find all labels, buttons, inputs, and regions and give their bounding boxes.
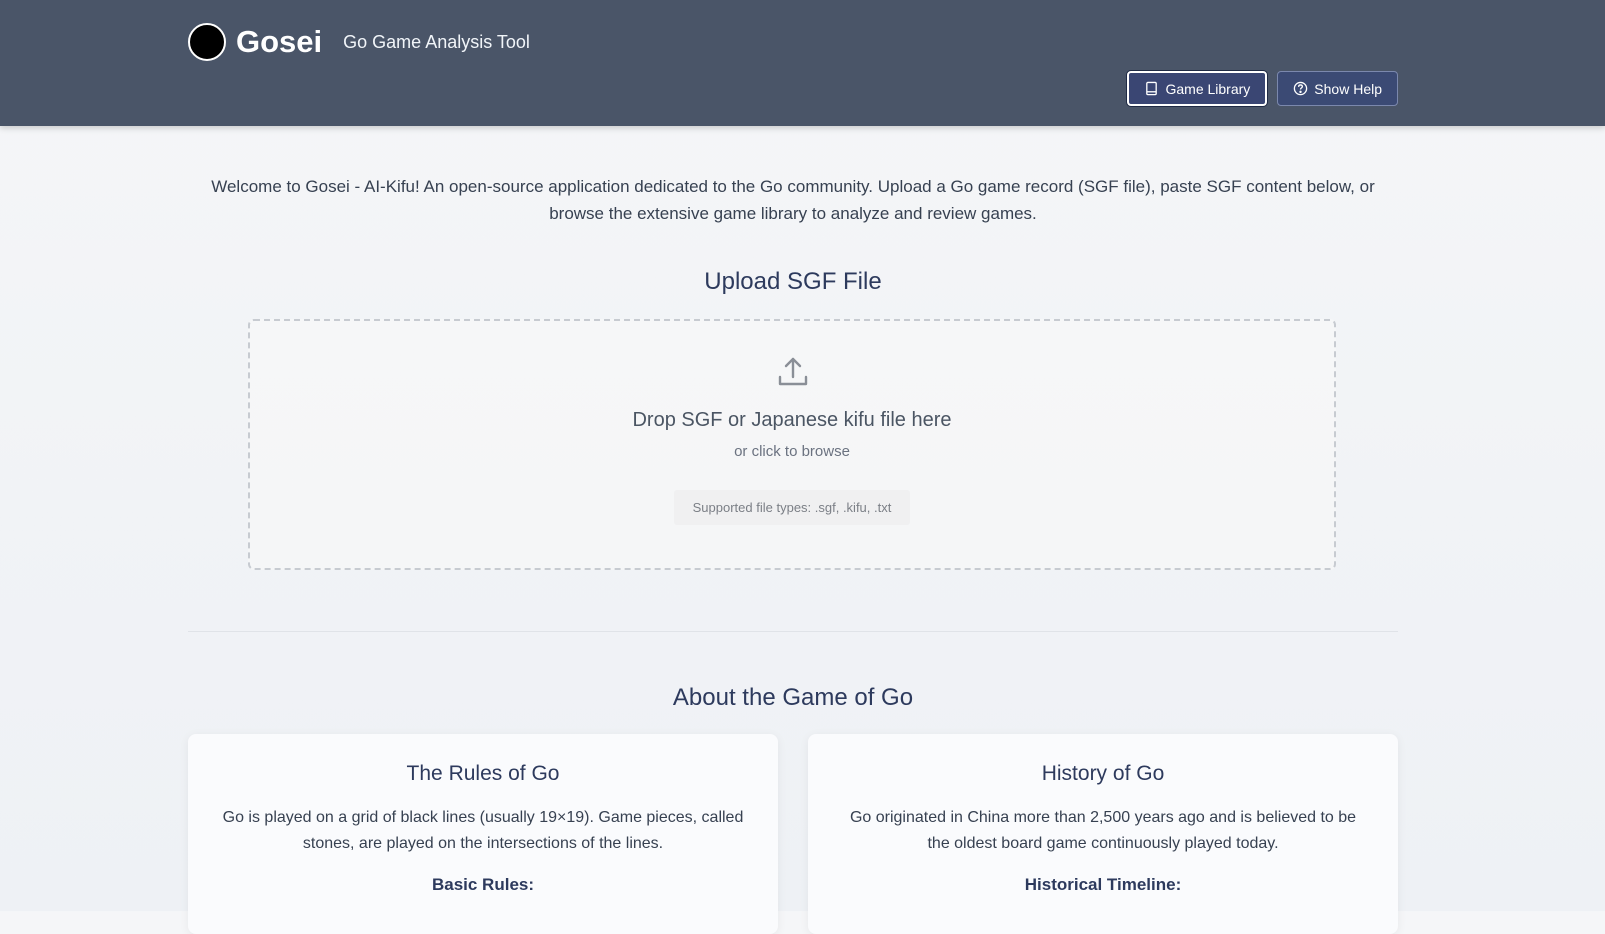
app-tagline: Go Game Analysis Tool (343, 32, 530, 52)
rules-card-title: The Rules of Go (406, 762, 560, 785)
welcome-text: Welcome to Gosei - AI-Kifu! An open-sour… (211, 177, 1375, 223)
top-header: Gosei Go Game Analysis Tool Game Library… (0, 0, 1605, 126)
brand: Gosei Go Game Analysis Tool (188, 21, 530, 63)
book-icon (1146, 81, 1158, 96)
rules-card: The Rules of Go Go is played on a grid o… (188, 734, 778, 934)
about-section-title: About the Game of Go (672, 684, 914, 711)
dropzone-subtext: or click to browse (734, 443, 850, 460)
sgf-dropzone[interactable]: Drop SGF or Japanese kifu file here or c… (248, 319, 1336, 570)
game-library-button[interactable]: Game Library (1127, 71, 1268, 106)
app-name: Gosei (236, 24, 323, 59)
go-stone-logo-icon (188, 23, 226, 61)
rules-card-subhead: Basic Rules: (431, 875, 535, 894)
supported-file-types: Supported file types: .sgf, .kifu, .txt (674, 490, 910, 525)
game-library-label: Game Library (1165, 80, 1251, 97)
history-card: History of Go Go originated in China mor… (808, 734, 1398, 934)
section-divider (188, 631, 1398, 632)
history-card-text: Go originated in China more than 2,500 y… (849, 809, 1357, 852)
show-help-label: Show Help (1314, 80, 1382, 97)
history-card-subhead: Historical Timeline: (1024, 875, 1182, 894)
dropzone-heading: Drop SGF or Japanese kifu file here (632, 409, 952, 431)
question-circle-icon (1294, 81, 1308, 96)
history-card-title: History of Go (1041, 762, 1165, 785)
rules-card-text: Go is played on a grid of black lines (u… (222, 809, 744, 852)
upload-section-title: Upload SGF File (704, 268, 882, 295)
show-help-button[interactable]: Show Help (1277, 71, 1398, 106)
header-actions: Game Library Show Help (1127, 71, 1398, 106)
upload-icon (778, 357, 808, 386)
